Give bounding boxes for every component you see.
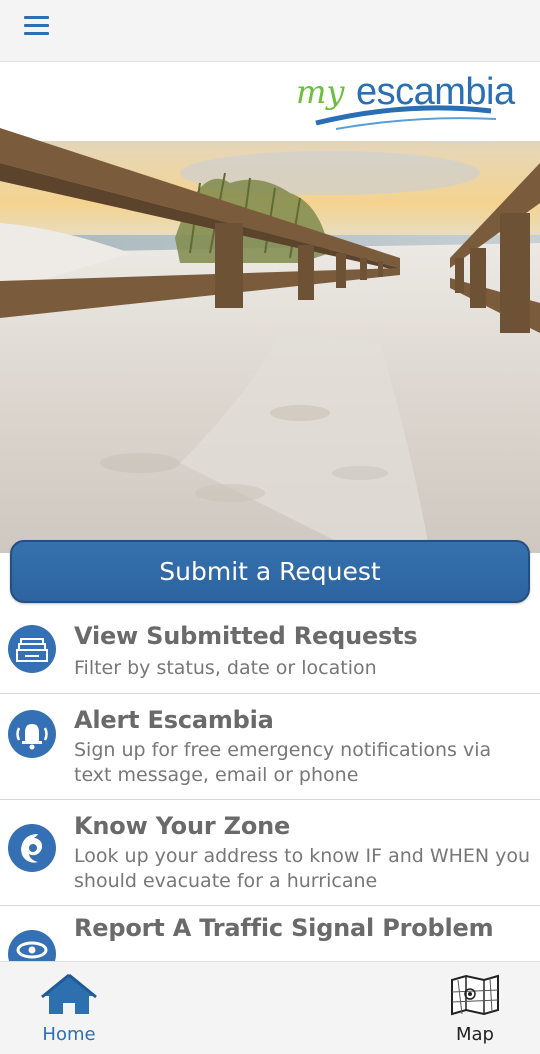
bottom-nav-bar: Home Map	[0, 961, 540, 1054]
list-item-title: Report A Traffic Signal Problem	[74, 914, 494, 942]
logo-wave-icon	[315, 105, 497, 130]
list-item-desc: Look up your address to know IF and WHEN…	[74, 845, 531, 892]
top-app-bar	[0, 0, 540, 62]
map-icon	[451, 974, 499, 1016]
list-item-alert-escambia[interactable]: Alert Escambia Sign up for free emergenc…	[0, 694, 540, 800]
alarm-bell-icon	[8, 710, 56, 758]
hamburger-menu-icon[interactable]	[18, 10, 56, 40]
nav-map-label: Map	[456, 1024, 494, 1045]
service-list: View Submitted Requests Filter by status…	[0, 610, 540, 978]
nav-map-tab[interactable]: Map	[440, 972, 510, 1048]
home-icon	[41, 973, 97, 1014]
list-item-desc: Filter by status, date or location	[74, 657, 377, 679]
list-item-traffic-signal[interactable]: Report A Traffic Signal Problem	[0, 906, 540, 978]
list-item-title: Alert Escambia	[74, 706, 274, 734]
myescambia-logo: my escambia	[296, 71, 526, 133]
inbox-tray-icon	[8, 625, 56, 673]
nav-home-tab[interactable]: Home	[30, 972, 108, 1048]
hero-banner: my escambia	[0, 63, 540, 553]
nav-home-label: Home	[42, 1024, 96, 1045]
list-item-desc: Sign up for free emergency notifications…	[74, 739, 492, 786]
submit-request-button[interactable]: Submit a Request	[10, 540, 530, 603]
list-item-know-your-zone[interactable]: Know Your Zone Look up your address to k…	[0, 800, 540, 906]
hurricane-icon	[8, 824, 56, 872]
list-item-view-submitted-requests[interactable]: View Submitted Requests Filter by status…	[0, 610, 540, 694]
list-item-title: Know Your Zone	[74, 812, 291, 840]
list-item-title: View Submitted Requests	[74, 622, 418, 650]
beach-boardwalk-image	[0, 63, 540, 553]
